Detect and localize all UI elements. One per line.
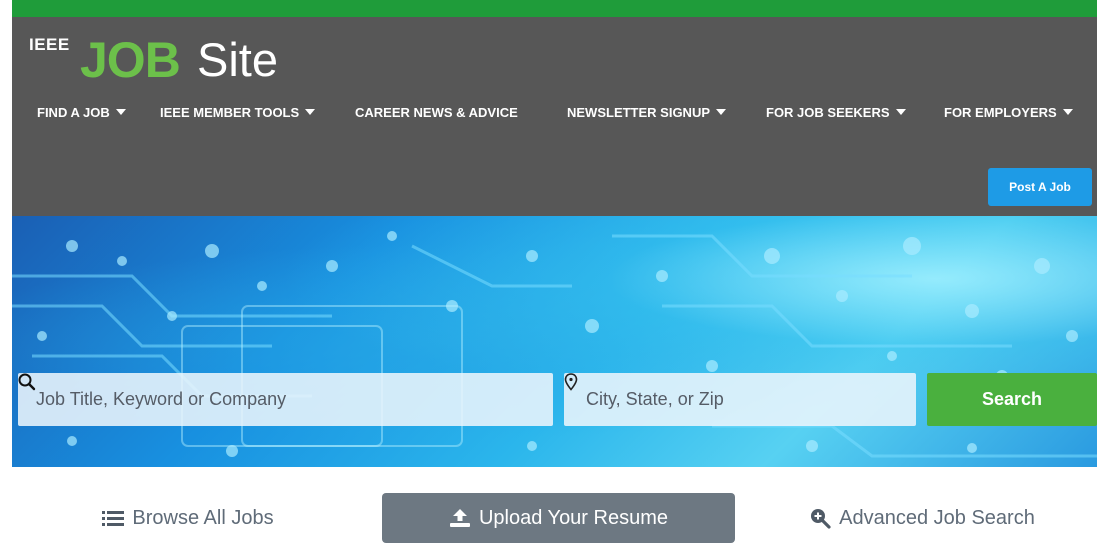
logo-ieee-text: IEEE	[29, 35, 70, 54]
page: IEEE JOB Site FIND A JOB IEEE MEMBER TOO…	[12, 0, 1097, 556]
nav-ieee-member-tools[interactable]: IEEE MEMBER TOOLS	[160, 105, 316, 120]
list-icon	[102, 509, 125, 527]
browse-label: Browse All Jobs	[132, 506, 274, 529]
nav-label: FOR EMPLOYERS	[944, 105, 1057, 120]
site-header: IEEE JOB Site FIND A JOB IEEE MEMBER TOO…	[12, 17, 1097, 216]
nav-label: CAREER NEWS & ADVICE	[355, 105, 518, 120]
nav-career-news-advice[interactable]: CAREER NEWS & ADVICE	[355, 105, 518, 120]
caret-down-icon	[305, 109, 316, 115]
keyword-search-field[interactable]: Job Title, Keyword or Company	[18, 373, 553, 426]
nav-for-job-seekers[interactable]: FOR JOB SEEKERS	[766, 105, 906, 120]
advanced-label: Advanced Job Search	[839, 506, 1035, 529]
location-placeholder: City, State, or Zip	[586, 389, 724, 409]
caret-down-icon	[895, 109, 906, 115]
location-search-field[interactable]: City, State, or Zip	[564, 373, 916, 426]
keyword-placeholder: Job Title, Keyword or Company	[36, 389, 287, 409]
post-a-job-button[interactable]: Post A Job	[988, 168, 1092, 206]
advanced-job-search-link[interactable]: Advanced Job Search	[794, 493, 1050, 543]
nav-find-a-job[interactable]: FIND A JOB	[37, 105, 126, 120]
zoom-in-icon	[809, 507, 831, 529]
nav-for-employers[interactable]: FOR EMPLOYERS	[944, 105, 1073, 120]
upload-label: Upload Your Resume	[478, 506, 668, 529]
upload-resume-button[interactable]: Upload Your Resume	[382, 493, 735, 543]
browse-all-jobs-link[interactable]: Browse All Jobs	[98, 493, 278, 543]
nav-label: IEEE MEMBER TOOLS	[160, 105, 300, 120]
nav-label: FIND A JOB	[37, 105, 110, 120]
quick-actions: Browse All Jobs Upload Your Resume Advan…	[12, 467, 1097, 556]
nav-label: NEWSLETTER SIGNUP	[567, 105, 711, 120]
hero-search-banner: Job Title, Keyword or Company City, Stat…	[12, 216, 1097, 467]
search-button[interactable]: Search	[927, 373, 1097, 426]
nav-label: FOR JOB SEEKERS	[766, 105, 890, 120]
logo-job-text: JOB	[80, 32, 181, 88]
top-accent-bar	[12, 0, 1097, 17]
caret-down-icon	[1062, 109, 1073, 115]
upload-icon	[449, 508, 471, 528]
main-nav: FIND A JOB IEEE MEMBER TOOLS CAREER NEWS…	[12, 105, 1097, 127]
circuit-board-background	[12, 231, 1097, 458]
nav-newsletter-signup[interactable]: NEWSLETTER SIGNUP	[567, 105, 727, 120]
caret-down-icon	[716, 109, 727, 115]
logo-site-text: Site	[197, 33, 278, 86]
caret-down-icon	[115, 109, 126, 115]
